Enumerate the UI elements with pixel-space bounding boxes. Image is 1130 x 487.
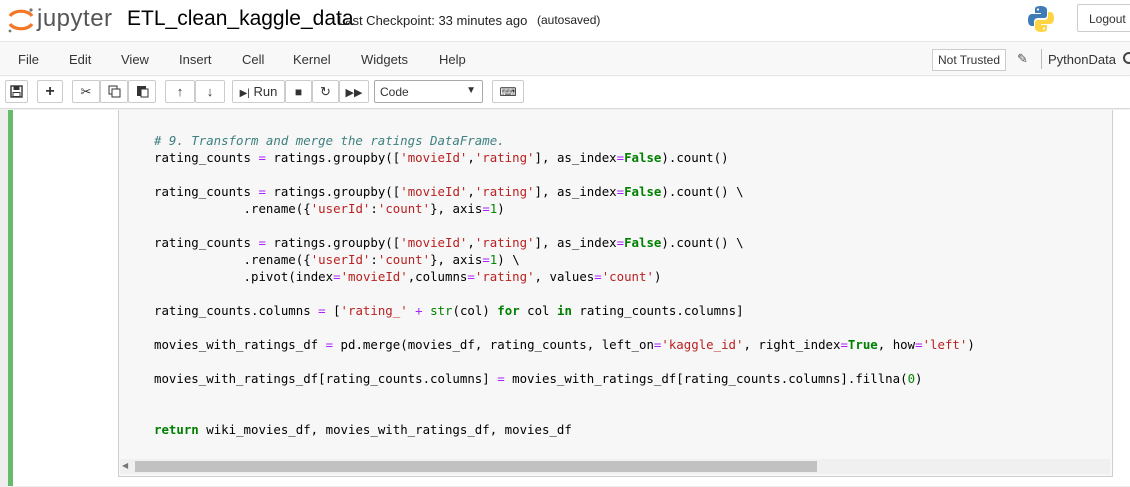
notebook-header: jupyter ETL_clean_kaggle_data Last Check… [0,0,1130,40]
chevron-down-icon: ▼ [466,85,476,96]
code-line: rating_counts.columns = ['rating_' + str… [154,303,744,318]
jupyter-logo-icon[interactable] [6,6,36,34]
toolbar: + ✂ ↑ ↓ ▶| Run ■ ↻ ▶▶ Code ▼ ⌨ [0,77,1130,109]
menu-view[interactable]: View [121,52,149,67]
paste-button[interactable] [128,80,156,103]
code-line: return wiki_movies_df, movies_with_ratin… [154,422,572,437]
menu-bar: File Edit View Insert Cell Kernel Widget… [0,41,1130,76]
code-line: # 9. Transform and merge the ratings Dat… [154,133,505,148]
jupyter-logo-text[interactable]: jupyter [37,5,113,33]
move-down-button[interactable]: ↓ [195,80,225,103]
menu-cell[interactable]: Cell [242,52,264,67]
code-line: .rename({'userId':'count'}, axis=1) [243,201,505,216]
code-line: movies_with_ratings_df[rating_counts.col… [154,371,923,386]
paste-icon [136,86,148,98]
not-trusted-badge[interactable]: Not Trusted [932,49,1007,71]
code-editor[interactable]: # 9. Transform and merge the ratings Dat… [154,132,975,438]
notebook-title[interactable]: ETL_clean_kaggle_data [127,7,354,31]
code-line: .rename({'userId':'count'}, axis=1) \ [243,252,520,267]
horizontal-scrollbar[interactable]: ◀ [120,459,1110,474]
code-line: .pivot(index='movieId',columns='rating',… [243,269,662,284]
menu-widgets[interactable]: Widgets [361,52,408,67]
menu-file[interactable]: File [18,52,39,67]
move-up-button[interactable]: ↑ [165,80,195,103]
restart-icon: ↻ [320,84,331,99]
arrow-up-icon: ↑ [176,84,184,99]
autosave-status: (autosaved) [537,13,601,27]
save-button[interactable] [5,80,28,103]
pencil-icon[interactable]: ✎ [1017,51,1028,67]
insert-cell-button[interactable]: + [37,80,63,103]
run-button[interactable]: ▶| Run [232,80,285,103]
cell-type-select[interactable]: Code ▼ [374,80,483,103]
plus-icon: + [45,83,55,100]
checkpoint-status: Last Checkpoint: 33 minutes ago [338,13,528,28]
logout-button[interactable]: Logout [1077,4,1130,32]
restart-run-all-button[interactable]: ▶▶ [339,80,369,103]
code-line: rating_counts = ratings.groupby(['movieI… [154,235,744,250]
menu-kernel[interactable]: Kernel [293,52,331,67]
kernel-divider [1041,49,1042,69]
stop-icon: ■ [294,85,303,99]
code-line: movies_with_ratings_df = pd.merge(movies… [154,337,975,352]
stop-button[interactable]: ■ [285,80,312,103]
arrow-down-icon: ↓ [206,84,214,99]
copy-button[interactable] [100,80,128,103]
python-logo-icon [1028,6,1054,32]
cell-type-value: Code [380,85,409,99]
command-palette-button[interactable]: ⌨ [492,80,524,103]
save-icon [10,85,23,98]
menu-insert[interactable]: Insert [179,52,212,67]
scrollbar-thumb[interactable] [135,461,817,472]
kernel-name: PythonData [1048,52,1116,67]
menu-help[interactable]: Help [439,52,466,67]
code-line: rating_counts = ratings.groupby(['movieI… [154,150,729,165]
kernel-status-icon [1123,52,1130,64]
keyboard-icon: ⌨ [499,85,517,99]
restart-button[interactable]: ↻ [312,80,339,103]
scroll-left-icon[interactable]: ◀ [122,461,128,470]
cut-icon: ✂ [80,84,92,99]
copy-icon [108,85,120,98]
code-line: rating_counts = ratings.groupby(['movieI… [154,184,744,199]
run-label: Run [253,84,278,99]
fast-forward-icon: ▶▶ [345,87,363,99]
run-icon: ▶| [239,88,250,99]
menu-edit[interactable]: Edit [69,52,91,67]
cut-button[interactable]: ✂ [72,80,100,103]
